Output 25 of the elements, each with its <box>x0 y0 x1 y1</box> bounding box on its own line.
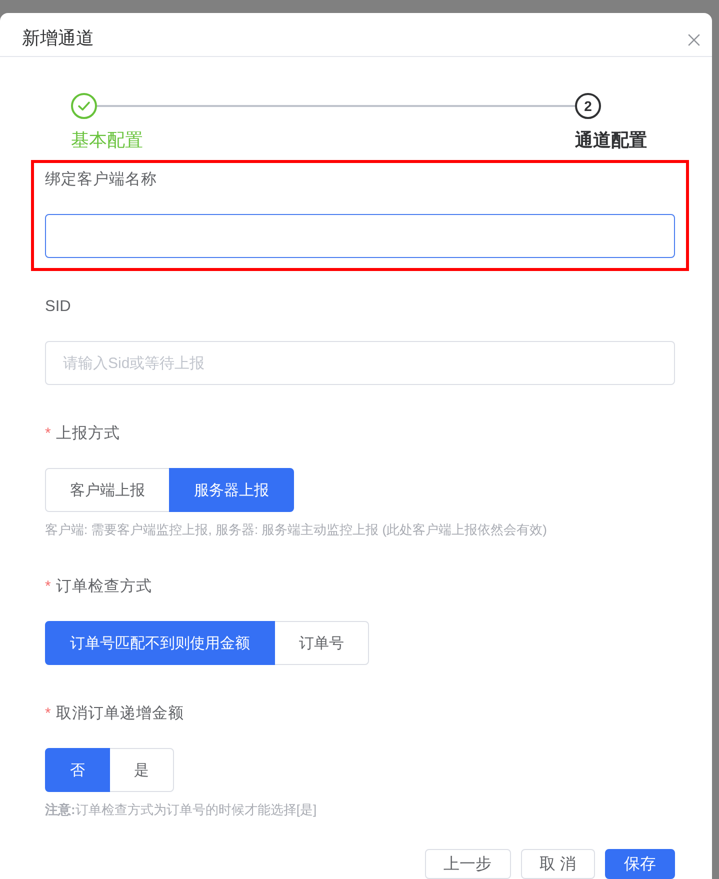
footer-button[interactable]: 取 消 <box>520 849 595 879</box>
dialog-title: 新增通道 <box>22 26 94 50</box>
field-label: SID <box>45 297 71 317</box>
required-asterisk: * <box>45 424 51 444</box>
step-label: 基本配置 <box>71 129 144 151</box>
radio-button[interactable]: 服务器上报 <box>169 468 294 512</box>
input-field[interactable] <box>45 214 675 258</box>
radio-button[interactable]: 是 <box>109 748 174 792</box>
step-number: 2 <box>575 93 601 119</box>
radio-button[interactable]: 客户端上报 <box>45 468 170 512</box>
save-button[interactable]: 保存 <box>605 849 675 879</box>
radio-button[interactable]: 否 <box>45 748 110 792</box>
close-icon[interactable] <box>688 34 700 46</box>
radio-button[interactable]: 订单号匹配不到则使用金额 <box>45 621 275 665</box>
field-hint: 注意:订单检查方式为订单号的时候才能选择[是] <box>45 801 318 818</box>
field-label: 取消订单递增金额 <box>56 704 184 724</box>
step-label: 通道配置 <box>575 129 647 151</box>
footer-button[interactable]: 上一步 <box>424 849 511 879</box>
required-asterisk: * <box>45 577 51 597</box>
radio-button[interactable]: 订单号 <box>274 621 369 665</box>
required-asterisk: * <box>45 704 51 724</box>
field-label: 订单检查方式 <box>56 577 152 597</box>
field-label: 绑定客户端名称 <box>45 170 157 190</box>
field-hint: 客户端: 需要客户端监控上报, 服务器: 服务端主动监控上报 (此处客户端上报依然会有效) <box>45 521 548 538</box>
field-label: 上报方式 <box>56 424 120 444</box>
